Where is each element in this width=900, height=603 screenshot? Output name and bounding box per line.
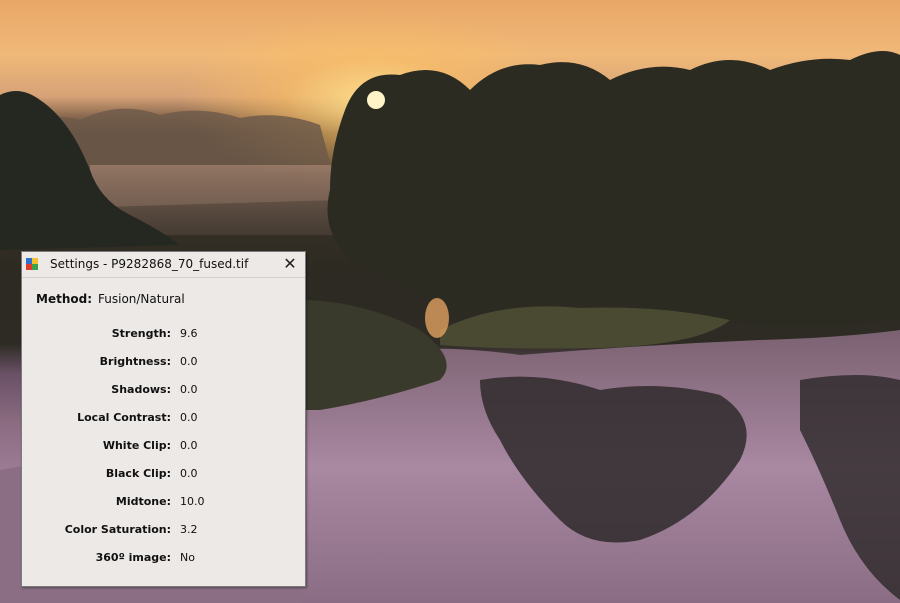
setting-row-strength: Strength: 9.6 (22, 324, 305, 352)
setting-label: Shadows: (111, 383, 171, 396)
setting-row-color-saturation: Color Saturation: 3.2 (22, 520, 305, 548)
setting-row-shadows: Shadows: 0.0 (22, 380, 305, 408)
method-value: Fusion/Natural (98, 292, 185, 306)
close-icon: ✕ (283, 254, 297, 273)
setting-row-black-clip: Black Clip: 0.0 (22, 464, 305, 492)
method-label: Method: (36, 292, 92, 306)
setting-value: 0.0 (180, 383, 198, 396)
setting-value: 0.0 (180, 467, 198, 480)
setting-value: 0.0 (180, 355, 198, 368)
setting-label: Color Saturation: (64, 523, 171, 536)
setting-value: 0.0 (180, 411, 198, 424)
setting-row-local-contrast: Local Contrast: 0.0 (22, 408, 305, 436)
setting-label: Local Contrast: (77, 411, 171, 424)
dialog-titlebar[interactable]: Settings - P9282868_70_fused.tif ✕ (22, 252, 305, 278)
dialog-title: Settings - P9282868_70_fused.tif (50, 257, 249, 271)
app-icon (26, 258, 38, 270)
setting-label: Midtone: (115, 495, 171, 508)
setting-row-midtone: Midtone: 10.0 (22, 492, 305, 520)
setting-label: Black Clip: (105, 467, 171, 480)
setting-value: 10.0 (180, 495, 205, 508)
settings-list: Strength: 9.6 Brightness: 0.0 Shadows: 0… (22, 324, 305, 576)
settings-dialog: Settings - P9282868_70_fused.tif ✕ Metho… (21, 251, 306, 587)
setting-value: No (180, 551, 195, 564)
setting-label: 360º image: (95, 551, 171, 564)
close-button[interactable]: ✕ (281, 255, 299, 273)
photo-canvas: Settings - P9282868_70_fused.tif ✕ Metho… (0, 0, 900, 603)
setting-row-brightness: Brightness: 0.0 (22, 352, 305, 380)
setting-value: 9.6 (180, 327, 198, 340)
setting-value: 3.2 (180, 523, 198, 536)
setting-label: Strength: (111, 327, 171, 340)
setting-label: Brightness: (99, 355, 171, 368)
setting-row-white-clip: White Clip: 0.0 (22, 436, 305, 464)
setting-row-360-image: 360º image: No (22, 548, 305, 576)
setting-label: White Clip: (102, 439, 171, 452)
setting-value: 0.0 (180, 439, 198, 452)
